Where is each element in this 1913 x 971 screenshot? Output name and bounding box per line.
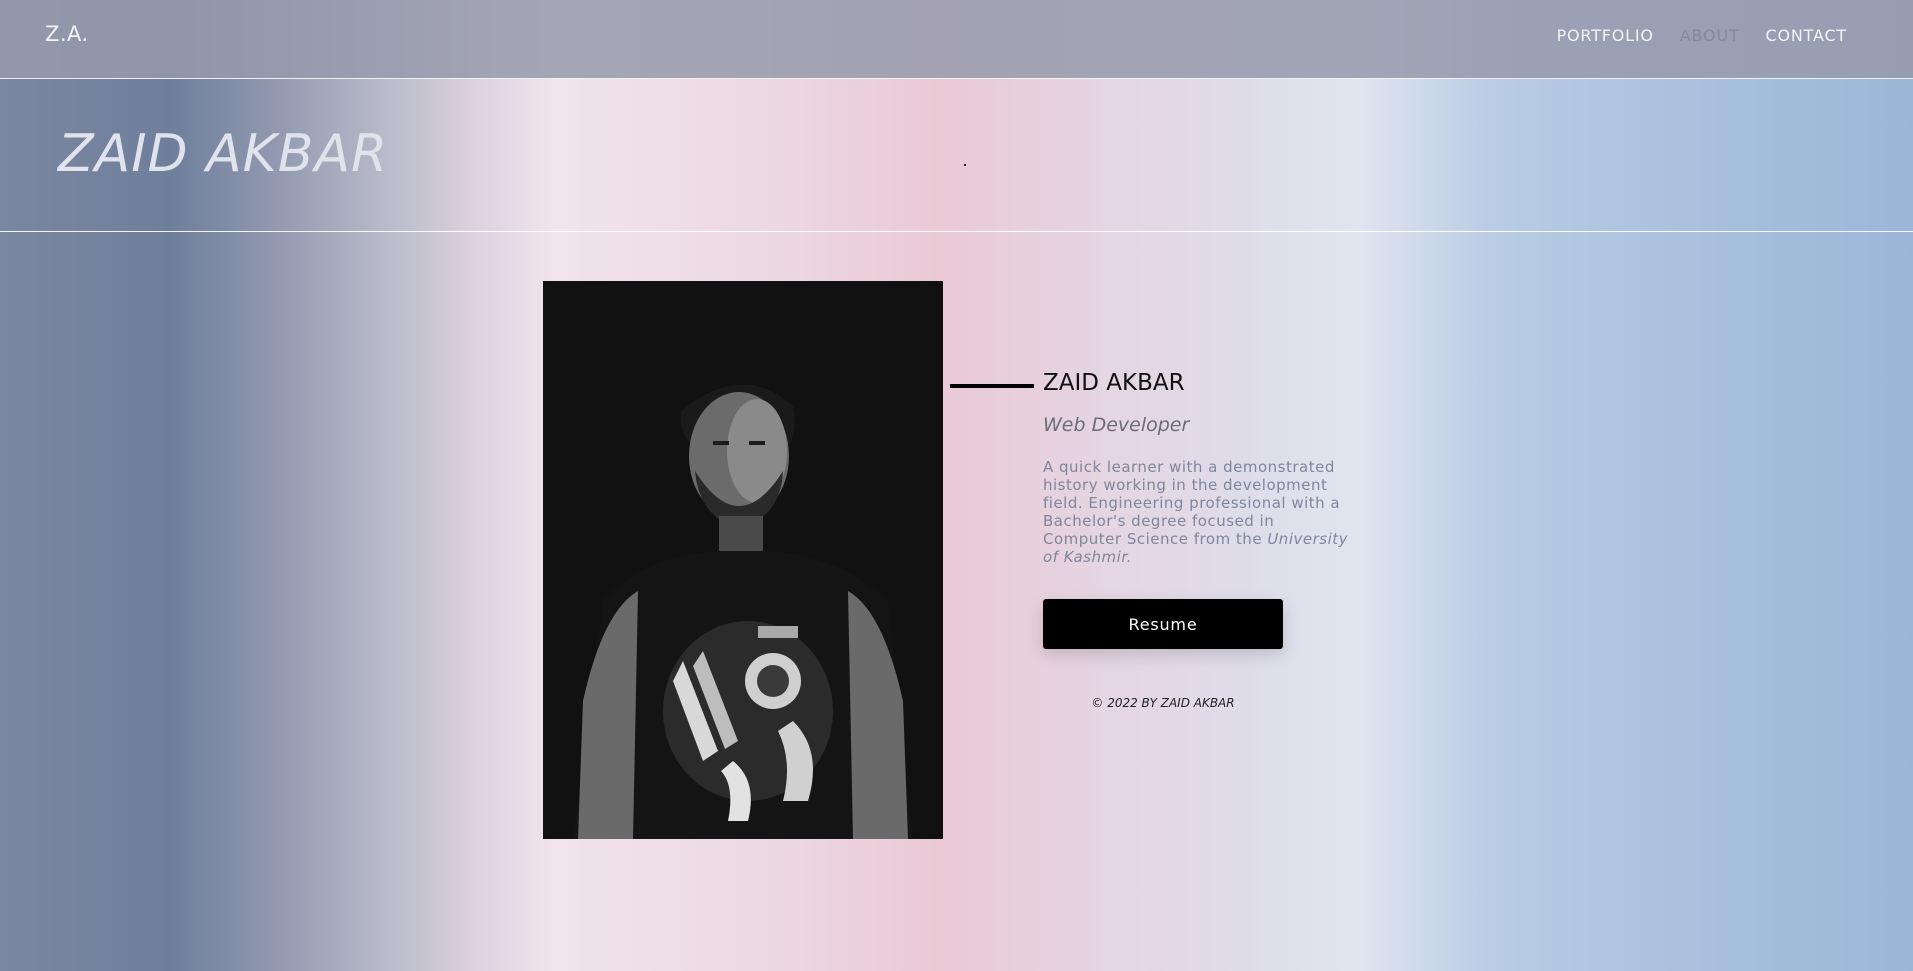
profile-photo	[543, 281, 943, 839]
nav-links: PORTFOLIO ABOUT CONTACT	[1557, 26, 1847, 45]
nav-link-about[interactable]: ABOUT	[1680, 26, 1740, 45]
accent-line	[950, 384, 1034, 388]
navbar: Z.A. PORTFOLIO ABOUT CONTACT	[0, 0, 1913, 79]
hero-title: ZAID AKBAR	[58, 124, 389, 184]
nav-link-contact[interactable]: CONTACT	[1766, 26, 1847, 45]
copyright-text: © 2022 BY ZAID AKBAR	[1091, 696, 1235, 710]
nav-link-portfolio[interactable]: PORTFOLIO	[1557, 26, 1654, 45]
profile-role: Web Developer	[1043, 414, 1190, 436]
profile-photo-illustration	[543, 281, 943, 839]
brand-logo[interactable]: Z.A.	[45, 22, 89, 46]
header-band: ZAID AKBAR	[0, 79, 1913, 232]
bio-text: A quick learner with a demonstrated hist…	[1043, 458, 1348, 566]
resume-button[interactable]: Resume	[1043, 599, 1283, 649]
profile-name: ZAID AKBAR	[1043, 370, 1185, 396]
dot-marker	[964, 164, 966, 166]
